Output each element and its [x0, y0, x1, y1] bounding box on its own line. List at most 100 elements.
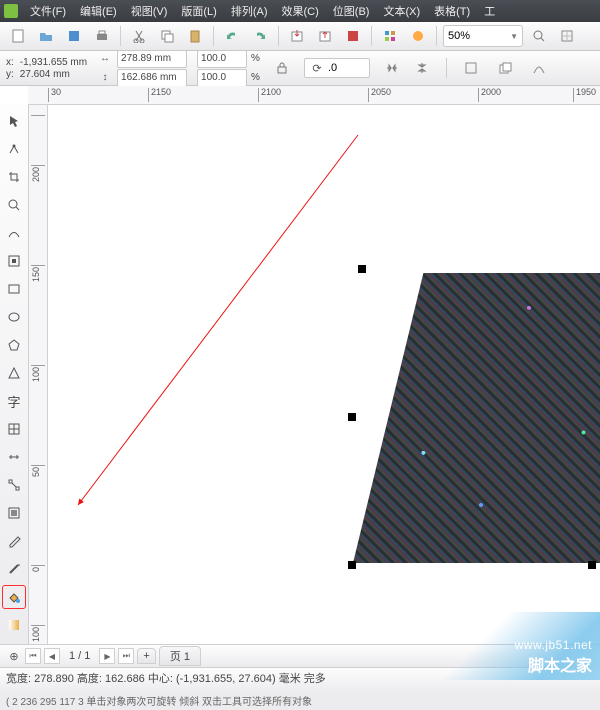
shape-tool[interactable]: [2, 137, 26, 161]
table-tool[interactable]: [2, 417, 26, 441]
import-button[interactable]: [285, 24, 309, 48]
basic-shapes-tool[interactable]: [2, 361, 26, 385]
menu-arrange[interactable]: 排列(A): [225, 2, 274, 20]
menu-bitmaps[interactable]: 位图(B): [327, 2, 376, 20]
rotate-icon: ⟳: [309, 60, 325, 76]
toolbox: 字 填充: [0, 105, 29, 644]
pick-tool[interactable]: [2, 109, 26, 133]
menu-table[interactable]: 表格(T): [428, 2, 476, 20]
mirror-v-button[interactable]: [410, 56, 434, 80]
ruler-vertical: 200150100500100: [29, 105, 48, 644]
menu-effects[interactable]: 效果(C): [276, 2, 325, 20]
convert-curves-button[interactable]: [527, 56, 551, 80]
chevron-down-icon: ▼: [510, 32, 518, 41]
menu-text[interactable]: 文本(X): [377, 2, 426, 20]
redo-button[interactable]: [248, 24, 272, 48]
x-value: -1,931.655 mm: [20, 57, 87, 68]
publish-button[interactable]: [341, 24, 365, 48]
watermark: www.jb51.net 脚本之家: [424, 612, 600, 680]
wrap-text-button[interactable]: [459, 56, 483, 80]
last-page-button[interactable]: ⏭: [118, 648, 134, 664]
separator: [436, 26, 437, 46]
smart-fill-tool[interactable]: [2, 249, 26, 273]
page-counter: 1 / 1: [63, 650, 96, 662]
width-input[interactable]: 278.89 mm: [117, 50, 187, 68]
scale-x-input[interactable]: 100.0: [197, 50, 247, 68]
app-launcher-button[interactable]: [378, 24, 402, 48]
selection-handle[interactable]: [348, 413, 356, 421]
crop-tool[interactable]: [2, 165, 26, 189]
rectangle-tool[interactable]: [2, 277, 26, 301]
rotation-input[interactable]: ⟳ .0: [304, 58, 370, 78]
first-page-button[interactable]: ⏮: [25, 648, 41, 664]
percent-label: %: [251, 72, 260, 83]
new-button[interactable]: [6, 24, 30, 48]
selected-shape[interactable]: [353, 273, 600, 563]
ellipse-tool[interactable]: [2, 305, 26, 329]
copy-button[interactable]: [155, 24, 179, 48]
zoom-tool[interactable]: [2, 193, 26, 217]
paste-button[interactable]: [183, 24, 207, 48]
dimension-tool[interactable]: [2, 445, 26, 469]
separator: [120, 26, 121, 46]
export-button[interactable]: [313, 24, 337, 48]
connector-tool[interactable]: [2, 473, 26, 497]
height-input[interactable]: 162.686 mm: [117, 69, 187, 87]
scale-y-input[interactable]: 100.0: [197, 69, 247, 87]
lock-ratio-button[interactable]: [270, 56, 294, 80]
interactive-fill-tool[interactable]: [2, 613, 26, 637]
x-label: x:: [6, 57, 14, 68]
cut-button[interactable]: [127, 24, 151, 48]
menu-file[interactable]: 文件(F): [24, 2, 72, 20]
standard-toolbar: 50% ▼: [0, 22, 600, 51]
app-logo-icon: [4, 4, 18, 18]
order-button[interactable]: [493, 56, 517, 80]
mirror-h-button[interactable]: [380, 56, 404, 80]
rotation-value: .0: [328, 62, 337, 74]
zoom-tool-button[interactable]: [527, 24, 551, 48]
print-button[interactable]: [90, 24, 114, 48]
welcome-button[interactable]: [406, 24, 430, 48]
zoom-value: 50%: [448, 30, 470, 42]
undo-button[interactable]: [220, 24, 244, 48]
fill-tool[interactable]: 填充: [2, 585, 26, 609]
ruler-horizontal: 3021502100205020001950: [28, 86, 600, 105]
menu-tools[interactable]: 工: [478, 2, 501, 20]
zoom-select[interactable]: 50% ▼: [443, 25, 523, 47]
watermark-url: www.jb51.net: [515, 638, 592, 652]
status-bar-secondary: ( 2 236 295 117 3 单击对象两次可旋转 倾斜 双击工具可选择所有…: [0, 692, 600, 710]
add-page-button[interactable]: +: [137, 648, 155, 664]
outline-tool[interactable]: [2, 557, 26, 581]
y-value: 27.604 mm: [20, 69, 87, 80]
open-button[interactable]: [34, 24, 58, 48]
text-tool[interactable]: 字: [2, 389, 26, 413]
cursor-pos-icon: ⊕: [6, 648, 22, 664]
watermark-text: 脚本之家: [528, 652, 592, 676]
selection-handle[interactable]: [348, 561, 356, 569]
property-bar: x: -1,931.655 mm y: 27.604 mm ↔ 278.89 m…: [0, 51, 600, 86]
percent-label: %: [251, 53, 260, 64]
menu-view[interactable]: 视图(V): [125, 2, 174, 20]
polygon-tool[interactable]: [2, 333, 26, 357]
separator: [278, 26, 279, 46]
menu-bar: 文件(F) 编辑(E) 视图(V) 版面(L) 排列(A) 效果(C) 位图(B…: [0, 0, 600, 22]
canvas[interactable]: [48, 105, 600, 644]
y-label: y:: [6, 69, 14, 80]
snap-button[interactable]: [555, 24, 579, 48]
selection-handle[interactable]: [358, 265, 366, 273]
separator: [371, 26, 372, 46]
interactive-effects-tool[interactable]: [2, 501, 26, 525]
separator: [446, 58, 447, 78]
menu-edit[interactable]: 编辑(E): [74, 2, 123, 20]
width-icon: ↔: [97, 51, 113, 67]
selection-handle[interactable]: [588, 561, 596, 569]
separator: [213, 26, 214, 46]
prev-page-button[interactable]: ◀: [44, 648, 60, 664]
eyedropper-tool[interactable]: [2, 529, 26, 553]
page-tab[interactable]: 页 1: [159, 646, 201, 666]
menu-layout[interactable]: 版面(L): [175, 2, 222, 20]
freehand-tool[interactable]: [2, 221, 26, 245]
height-icon: ↕: [97, 70, 113, 86]
next-page-button[interactable]: ▶: [99, 648, 115, 664]
save-button[interactable]: [62, 24, 86, 48]
